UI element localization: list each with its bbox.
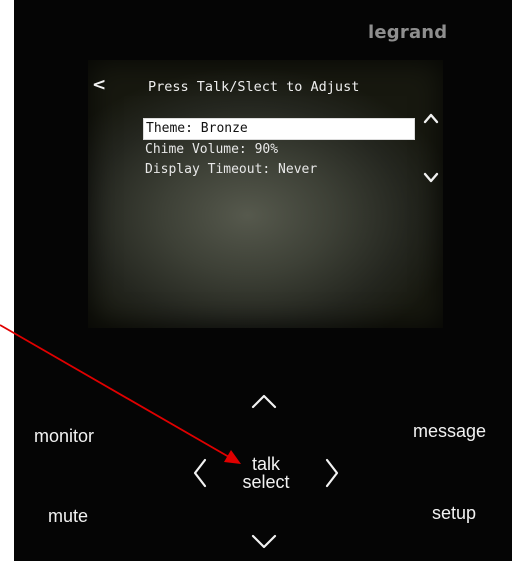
setup-button[interactable]: setup xyxy=(432,503,476,523)
talk-label: talk xyxy=(251,454,280,474)
chevron-down-icon[interactable] xyxy=(423,172,439,184)
nav-up-icon[interactable] xyxy=(251,393,277,409)
monitor-button[interactable]: monitor xyxy=(34,426,94,446)
mute-button[interactable]: mute xyxy=(48,506,88,526)
nav-down-icon[interactable] xyxy=(251,534,277,550)
nav-right-icon[interactable] xyxy=(324,458,340,488)
page: legrand < Press Talk/Slect to Adjust The… xyxy=(0,0,512,561)
screen-title: Press Talk/Slect to Adjust xyxy=(148,79,360,95)
select-label: select xyxy=(242,472,290,492)
menu-item-theme[interactable]: Theme: Bronze xyxy=(143,118,415,140)
nav-left-icon[interactable] xyxy=(192,458,208,488)
chevron-up-icon[interactable] xyxy=(423,112,439,124)
menu-item-chime-volume[interactable]: Chime Volume: 90% xyxy=(143,140,415,160)
message-button[interactable]: message xyxy=(413,421,486,441)
back-arrow-icon[interactable]: < xyxy=(92,75,106,95)
brand-logo: legrand xyxy=(368,22,448,43)
menu-item-display-timeout[interactable]: Display Timeout: Never xyxy=(143,160,415,180)
settings-menu: Theme: Bronze Chime Volume: 90% Display … xyxy=(143,118,415,180)
lcd-screen xyxy=(88,60,443,328)
talk-select-button[interactable]: talk select xyxy=(230,455,302,491)
